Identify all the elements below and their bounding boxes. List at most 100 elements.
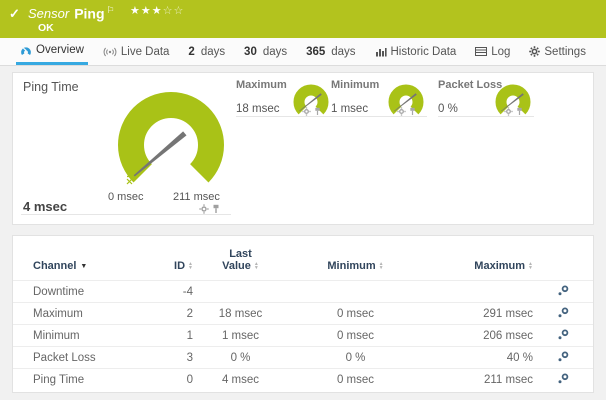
mini-gauge-packet-loss: Packet Loss 0 %: [438, 79, 538, 115]
tab-365-days[interactable]: 365 days: [302, 38, 359, 65]
tab-bar: Overview Live Data 2 days 30 days 365 da…: [0, 38, 606, 66]
priority-flag-icon[interactable]: ⚐: [107, 5, 115, 15]
prtg-sensor-page: ✓ SensorPing⚐ ★★★☆☆ OK Overview Live Dat…: [0, 0, 606, 400]
column-header-last-value[interactable]: Last Value▲▼: [193, 236, 288, 281]
channel-table: Channel▼ ID▲▼ Last Value▲▼ Minimum▲▼ Max…: [13, 236, 593, 391]
gauge-gear-icon[interactable]: [302, 107, 311, 116]
tab-label: days: [201, 46, 225, 58]
divider: [21, 214, 231, 215]
gauge-pin-icon[interactable]: [212, 204, 220, 214]
sensor-status-text: OK: [38, 22, 54, 34]
big-gauge-title: Ping Time: [23, 80, 79, 94]
column-label: Channel: [33, 260, 76, 272]
tab-label: Historic Data: [391, 46, 457, 58]
channel-maximum: [423, 281, 533, 303]
tab-log[interactable]: Log: [471, 38, 514, 65]
gauges-panel: Ping Time 0 msec 211 msec 4 msec: [12, 72, 594, 225]
tab-label: days: [331, 46, 355, 58]
sort-both-icon: ▲▼: [254, 262, 259, 270]
channel-maximum: 291 msec: [423, 303, 533, 325]
channel-id: 2: [148, 303, 193, 325]
column-header-channel[interactable]: Channel ▼: [13, 236, 148, 281]
gear-icon: [529, 46, 540, 57]
sort-both-icon: ▲▼: [188, 262, 193, 270]
sort-desc-icon: ▼: [80, 263, 87, 270]
tab-label: Overview: [36, 44, 84, 56]
tab-live-data[interactable]: Live Data: [99, 38, 174, 65]
mini-gauge-maximum: Maximum 18 msec: [236, 79, 336, 115]
gauge-gear-icon[interactable]: [504, 107, 513, 116]
column-label: ID: [174, 260, 185, 272]
tab-number: 30: [244, 46, 257, 58]
gauge-scale-max: 211 msec: [173, 191, 220, 203]
channel-minimum: 0 msec: [288, 303, 423, 325]
gauge-gear-icon[interactable]: [199, 204, 209, 214]
channel-settings-wrench-icon[interactable]: [558, 373, 569, 384]
column-header-id[interactable]: ID▲▼: [148, 236, 193, 281]
channel-settings-wrench-icon[interactable]: [558, 307, 569, 318]
channel-maximum: 40 %: [423, 347, 533, 369]
tab-overview[interactable]: Overview: [16, 38, 88, 65]
tab-30-days[interactable]: 30 days: [240, 38, 291, 65]
ping-time-value: 4 msec: [23, 199, 67, 214]
table-row-maximum: Maximum 2 18 msec 0 msec 291 msec: [13, 303, 593, 325]
tab-settings[interactable]: Settings: [525, 38, 590, 65]
mini-gauge-value: 18 msec: [236, 103, 279, 115]
mini-gauge-label: Minimum: [331, 79, 379, 91]
table-row-downtime: Downtime -4: [13, 281, 593, 303]
sensor-name[interactable]: Ping: [74, 5, 104, 21]
channel-id: 1: [148, 325, 193, 347]
channel-id: 3: [148, 347, 193, 369]
tab-label: Log: [491, 46, 510, 58]
column-header-maximum[interactable]: Maximum▲▼: [423, 236, 533, 281]
channel-minimum: 0 %: [288, 347, 423, 369]
channel-name: Ping Time: [13, 369, 148, 391]
channel-id: 0: [148, 369, 193, 391]
tab-number: 2: [188, 46, 194, 58]
stars-empty: ☆☆: [163, 5, 185, 17]
column-label: Maximum: [474, 260, 525, 272]
table-row-ping-time: Ping Time 0 4 msec 0 msec 211 msec: [13, 369, 593, 391]
channel-name: Minimum: [13, 325, 148, 347]
broadcast-icon: [103, 47, 117, 57]
priority-stars[interactable]: ★★★☆☆: [130, 4, 184, 17]
channel-settings-wrench-icon[interactable]: [558, 285, 569, 296]
channel-minimum: 0 msec: [288, 369, 423, 391]
column-header-actions: [533, 236, 593, 281]
channel-name: Maximum: [13, 303, 148, 325]
column-header-minimum[interactable]: Minimum▲▼: [288, 236, 423, 281]
channel-minimum: [288, 281, 423, 303]
mini-gauge-value: 0 %: [438, 103, 458, 115]
column-label: Last: [229, 248, 252, 260]
mini-gauge-label: Maximum: [236, 79, 287, 91]
tab-2-days[interactable]: 2 days: [184, 38, 229, 65]
channel-minimum: 0 msec: [288, 325, 423, 347]
channel-id: -4: [148, 281, 193, 303]
channel-maximum: 206 msec: [423, 325, 533, 347]
mini-gauge-value: 1 msec: [331, 103, 368, 115]
mini-gauge-minimum: Minimum 1 msec: [331, 79, 431, 115]
sort-both-icon: ▲▼: [379, 262, 384, 270]
sensor-status-banner: ✓ SensorPing⚐ ★★★☆☆ OK: [0, 0, 606, 38]
table-row-minimum: Minimum 1 1 msec 0 msec 206 msec: [13, 325, 593, 347]
channel-last-value: 4 msec: [193, 369, 288, 391]
channel-name: Downtime: [13, 281, 148, 303]
stars-filled: ★★★: [130, 5, 163, 17]
table-row-packet-loss: Packet Loss 3 0 % 0 % 40 %: [13, 347, 593, 369]
channel-settings-wrench-icon[interactable]: [558, 329, 569, 340]
channel-settings-wrench-icon[interactable]: [558, 351, 569, 362]
gauge-pin-icon[interactable]: [409, 107, 416, 116]
channel-last-value: 18 msec: [193, 303, 288, 325]
bar-chart-icon: [375, 47, 387, 57]
gauge-gear-icon[interactable]: [397, 107, 406, 116]
log-icon: [475, 47, 487, 56]
tab-historic-data[interactable]: Historic Data: [371, 38, 461, 65]
tab-label: Settings: [544, 46, 586, 58]
column-label: Value: [222, 260, 251, 272]
channel-last-value: [193, 281, 288, 303]
tab-label: days: [263, 46, 287, 58]
sensor-category-label: Sensor: [28, 6, 69, 21]
gauge-pin-icon[interactable]: [314, 107, 321, 116]
tab-number: 365: [306, 46, 325, 58]
gauge-pin-icon[interactable]: [516, 107, 523, 116]
